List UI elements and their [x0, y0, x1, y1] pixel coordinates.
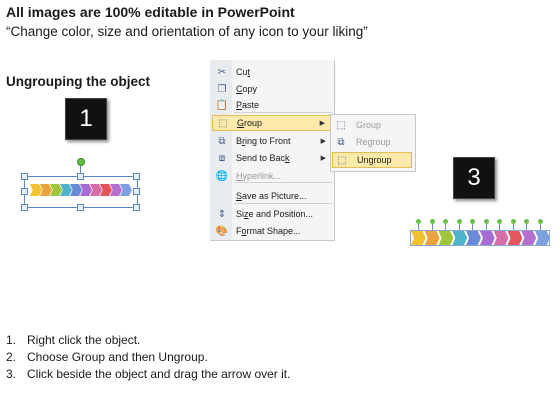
menu-item-label: Size and Position... [236, 209, 314, 219]
send-back-icon: ⧈ [218, 152, 226, 164]
menu-separator [234, 182, 332, 183]
step-item: 2. Choose Group and then Ungroup. [6, 349, 290, 366]
piece-rotation-handle[interactable] [443, 219, 448, 230]
piece-rotation-handle[interactable] [456, 219, 462, 230]
piece-rotation-handle[interactable] [510, 219, 516, 230]
menu-item-copy[interactable]: ❐ Copy [212, 81, 332, 97]
submenu-item-regroup: ⧉ Regroup [332, 134, 412, 150]
piece-rotation-handle[interactable] [524, 219, 529, 230]
piece-rotation-handle[interactable] [483, 219, 489, 230]
chevron-piece[interactable] [535, 231, 550, 245]
hyperlink-icon: 🌐 [215, 170, 229, 182]
chevron-piece[interactable] [424, 231, 440, 245]
piece-rotation-handle[interactable] [497, 219, 502, 230]
menu-item-paste[interactable]: 📋 Paste [212, 97, 332, 113]
size-position-icon: ⇕ [217, 208, 227, 220]
chevron-piece[interactable] [479, 231, 495, 245]
chevron-piece[interactable] [507, 231, 523, 245]
piece-rotation-handle[interactable] [470, 219, 475, 230]
menu-item-send-to-back[interactable]: ⧈ Send to Back ▶ [212, 150, 332, 166]
ungroup-icon: ⬚ [337, 154, 347, 166]
menu-item-label: Format Shape... [236, 226, 301, 236]
page-subtitle: “Change color, size and orientation of a… [6, 24, 368, 39]
format-shape-icon: 🎨 [215, 225, 229, 237]
resize-handle-br[interactable] [133, 204, 140, 211]
menu-separator [234, 112, 332, 113]
regroup-icon: ⧉ [337, 136, 345, 148]
chevron-strip [30, 184, 132, 196]
step-number: 3. [6, 367, 17, 381]
resize-handle-l[interactable] [21, 188, 28, 195]
section-title: Ungrouping the object [6, 74, 150, 89]
menu-item-label: Hyperlink... [236, 171, 282, 181]
step-badge-3: 3 [453, 157, 495, 199]
submenu-item-label: Group [356, 120, 382, 130]
bring-front-icon: ⧉ [218, 135, 226, 147]
piece-rotation-handle[interactable] [429, 219, 435, 230]
submenu-arrow-icon: ▶ [320, 138, 326, 145]
resize-handle-tr[interactable] [133, 173, 140, 180]
menu-item-label: Save as Picture... [236, 191, 307, 201]
step-text: Choose Group and then Ungroup. [27, 350, 208, 364]
chevron-piece[interactable] [493, 231, 509, 245]
step-number: 1. [6, 333, 17, 347]
menu-separator [234, 203, 332, 204]
submenu-item-ungroup[interactable]: ⬚ Ungroup [332, 152, 412, 168]
menu-item-size-and-position[interactable]: ⇕ Size and Position... [212, 206, 332, 222]
step-badge-1: 1 [65, 98, 107, 140]
menu-item-label: Copy [236, 84, 258, 94]
chevron-piece[interactable] [452, 231, 468, 245]
step-number: 2. [6, 350, 17, 364]
step-item: 3. Click beside the object and drag the a… [6, 366, 290, 383]
chevron-piece[interactable] [466, 231, 481, 245]
piece-rotation-handle[interactable] [537, 219, 543, 230]
group-icon: ⬚ [218, 117, 228, 129]
menu-item-save-as-picture[interactable]: Save as Picture... [212, 188, 332, 204]
submenu-item-label: Regroup [356, 137, 391, 147]
menu-item-label: Group [237, 118, 263, 128]
step-item: 1. Right click the object. [6, 332, 290, 349]
menu-item-cut[interactable]: ✂ Cut [212, 64, 332, 80]
resize-handle-t[interactable] [77, 173, 84, 180]
chevron-piece[interactable] [521, 231, 537, 245]
submenu-arrow-icon: ▶ [320, 155, 326, 162]
chevron-piece[interactable] [438, 231, 454, 245]
menu-item-format-shape[interactable]: 🎨 Format Shape... [212, 223, 332, 239]
resize-handle-b[interactable] [77, 204, 84, 211]
group-sub-icon: ⬚ [336, 119, 346, 131]
submenu-item-group: ⬚ Group [332, 117, 412, 133]
chevron-shape [30, 184, 42, 196]
chevron-piece[interactable] [411, 231, 426, 245]
piece-rotation-handle[interactable] [416, 219, 421, 230]
page-title: All images are 100% editable in PowerPoi… [6, 4, 295, 20]
resize-handle-tl[interactable] [21, 173, 28, 180]
rotation-handle[interactable] [77, 158, 85, 166]
scissors-icon: ✂ [217, 66, 227, 78]
menu-item-label: Paste [236, 100, 260, 110]
step-text: Click beside the object and drag the arr… [27, 367, 291, 381]
menu-item-bring-to-front[interactable]: ⧉ Bring to Front ▶ [212, 133, 332, 149]
step-text: Right click the object. [27, 333, 141, 347]
resize-handle-r[interactable] [133, 188, 140, 195]
submenu-item-label: Ungroup [357, 155, 392, 165]
menu-item-label: Bring to Front [236, 136, 291, 146]
copy-icon: ❐ [217, 83, 227, 95]
menu-item-label: Cut [236, 67, 251, 77]
resize-handle-bl[interactable] [21, 204, 28, 211]
ungrouped-chevron-strip[interactable] [410, 230, 550, 246]
menu-item-group[interactable]: ⬚ Group ▶ [212, 115, 332, 131]
instruction-steps: 1. Right click the object. 2. Choose Group … [6, 332, 290, 383]
menu-item-label: Send to Back [236, 153, 290, 163]
paste-icon: 📋 [215, 99, 229, 111]
submenu-arrow-icon: ▶ [319, 120, 325, 127]
